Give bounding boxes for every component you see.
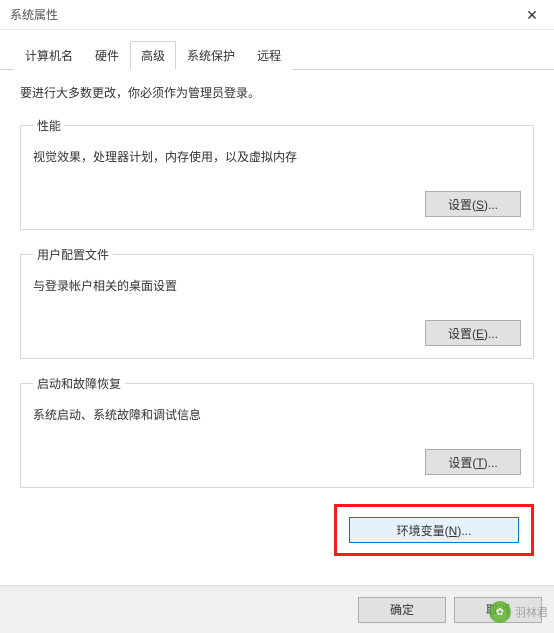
- section-user-profiles: 用户配置文件 与登录帐户相关的桌面设置 设置(E)...: [20, 246, 534, 359]
- tab-remote[interactable]: 远程: [246, 41, 292, 70]
- titlebar: 系统属性 ✕: [0, 0, 554, 30]
- env-highlight-box: 环境变量(N)...: [334, 504, 534, 556]
- userprofiles-desc: 与登录帐户相关的桌面设置: [33, 277, 521, 294]
- userprofiles-settings-button[interactable]: 设置(E)...: [425, 320, 521, 346]
- startup-legend: 启动和故障恢复: [33, 375, 125, 392]
- window-title: 系统属性: [10, 6, 58, 23]
- environment-variables-button[interactable]: 环境变量(N)...: [349, 517, 519, 543]
- startup-desc: 系统启动、系统故障和调试信息: [33, 406, 521, 423]
- env-row: 环境变量(N)...: [20, 504, 534, 556]
- intro-text: 要进行大多数更改，你必须作为管理员登录。: [20, 84, 534, 101]
- section-performance: 性能 视觉效果，处理器计划，内存使用，以及虚拟内存 设置(S)...: [20, 117, 534, 230]
- userprofiles-legend: 用户配置文件: [33, 246, 113, 263]
- tab-hardware[interactable]: 硬件: [84, 41, 130, 70]
- footer: 确定 取消 ✿ 羽林君: [0, 585, 554, 633]
- tab-system-protection[interactable]: 系统保护: [176, 41, 246, 70]
- section-startup-recovery: 启动和故障恢复 系统启动、系统故障和调试信息 设置(T)...: [20, 375, 534, 488]
- performance-settings-button[interactable]: 设置(S)...: [425, 191, 521, 217]
- performance-desc: 视觉效果，处理器计划，内存使用，以及虚拟内存: [33, 148, 521, 165]
- tab-computer-name[interactable]: 计算机名: [14, 41, 84, 70]
- close-icon[interactable]: ✕: [510, 0, 554, 30]
- tab-advanced[interactable]: 高级: [130, 41, 176, 70]
- performance-legend: 性能: [33, 117, 65, 134]
- ok-button[interactable]: 确定: [358, 597, 446, 623]
- cancel-button[interactable]: 取消: [454, 597, 542, 623]
- content: 要进行大多数更改，你必须作为管理员登录。 性能 视觉效果，处理器计划，内存使用，…: [0, 70, 554, 566]
- tabbar: 计算机名 硬件 高级 系统保护 远程: [0, 30, 554, 70]
- startup-settings-button[interactable]: 设置(T)...: [425, 449, 521, 475]
